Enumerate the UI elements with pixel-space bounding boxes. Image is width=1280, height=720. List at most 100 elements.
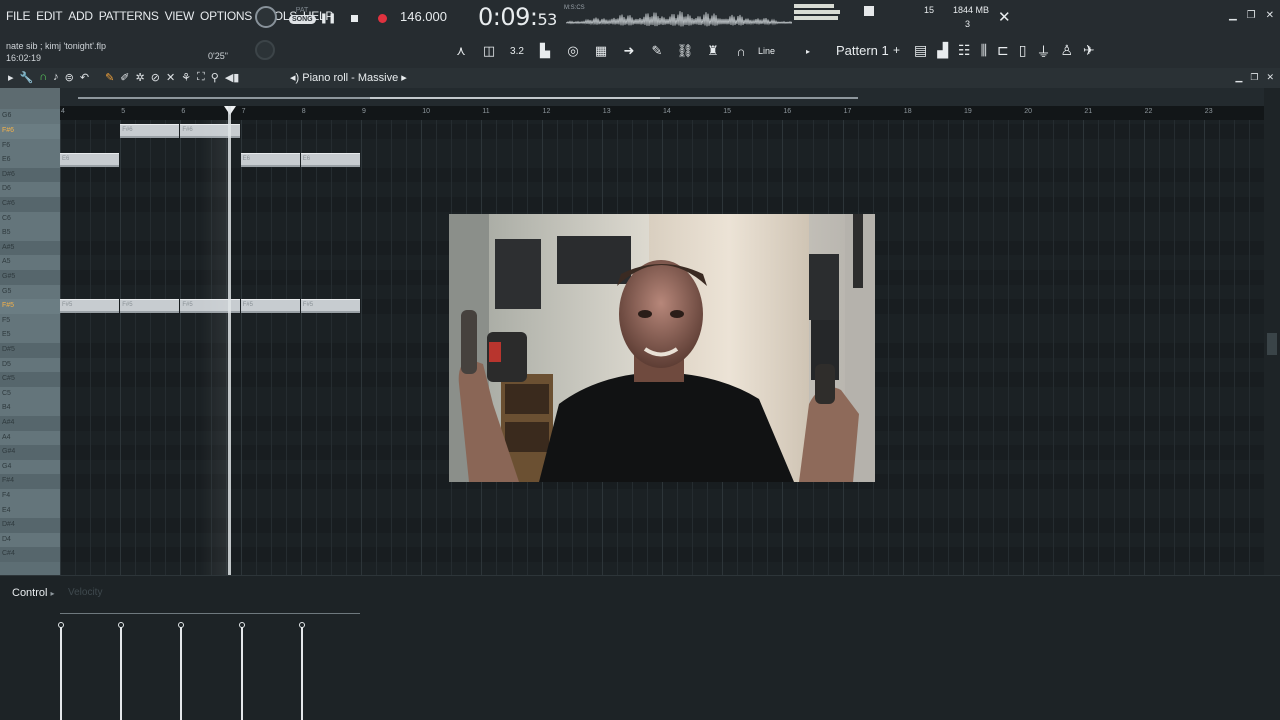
note-fsharp6[interactable]: F#6 — [120, 124, 180, 138]
vertical-scroll-thumb[interactable] — [1267, 333, 1277, 355]
piano-key-b4[interactable]: B4 — [0, 401, 60, 416]
piano-key-dsharp6[interactable]: D#6 — [0, 167, 60, 183]
piano-key-f5[interactable]: F5 — [0, 313, 60, 329]
delete-icon[interactable]: ⊘ — [151, 71, 160, 84]
tools-wrench-icon[interactable]: 🔧 — [20, 71, 34, 84]
note-fsharp5[interactable]: F#5 — [240, 299, 300, 314]
close-icon[interactable]: ✕ — [1266, 10, 1274, 21]
velocity-stem[interactable] — [180, 625, 183, 720]
menu-item-file[interactable]: FILE — [6, 9, 30, 23]
zoom-icon[interactable]: ⚲ — [211, 71, 219, 84]
master-volume-knob[interactable] — [255, 6, 277, 28]
velocity-stem[interactable] — [60, 625, 62, 720]
velocity-handle[interactable] — [58, 622, 64, 629]
mute-icon[interactable]: ✕ — [166, 71, 175, 84]
link-icon[interactable]: ⛓ — [676, 43, 694, 59]
channel-rack-icon[interactable]: ☷ — [958, 42, 971, 62]
note-icon[interactable]: ♪ — [53, 71, 59, 84]
overview-viewport[interactable] — [370, 97, 660, 99]
pat-song-toggle[interactable]: PAT SONG — [289, 6, 316, 30]
arrow-right-icon[interactable]: ➜ — [620, 43, 638, 59]
piano-key-d4[interactable]: D4 — [0, 532, 60, 548]
pr-maximize-icon[interactable]: ❐ — [1250, 72, 1258, 83]
piano-key-d6[interactable]: D6 — [0, 182, 60, 197]
piano-key-a5[interactable]: A5 — [0, 255, 60, 270]
typing-keyboard-icon[interactable]: ▦ — [592, 43, 610, 59]
minimize-icon[interactable]: ▁ — [1229, 10, 1237, 21]
snap-mode-label[interactable]: Line — [758, 46, 775, 56]
paint-brush-icon[interactable]: ✐ — [120, 71, 129, 84]
piano-key-csharp4[interactable]: C#4 — [0, 547, 60, 562]
help-person-icon[interactable]: ♙ — [1060, 42, 1073, 62]
piano-roll-title[interactable]: ◂) Piano roll - Massive ▸ — [290, 71, 407, 84]
note-fsharp5[interactable]: F#5 — [60, 299, 120, 314]
velocity-handle[interactable] — [298, 622, 305, 629]
piano-key-g6[interactable]: G6 — [0, 109, 60, 124]
piano-key-asharp4[interactable]: A#4 — [0, 416, 60, 431]
menu-item-add[interactable]: ADD — [68, 9, 93, 23]
piano-key-b5[interactable]: B5 — [0, 226, 60, 241]
piano-key-asharp5[interactable]: A#5 — [0, 240, 60, 256]
slice-icon[interactable]: ⚘ — [181, 71, 191, 84]
maximize-icon[interactable]: ❐ — [1247, 10, 1256, 21]
stamp-icon[interactable]: ♜ — [704, 43, 722, 59]
mixer-link-icon[interactable]: ✕ — [998, 8, 1011, 26]
record-button[interactable] — [374, 10, 390, 26]
wait-record-icon[interactable]: ◫ — [480, 43, 498, 59]
piano-key-g5[interactable]: G5 — [0, 284, 60, 300]
tempo-display[interactable]: 146.000 — [400, 9, 447, 24]
magnet-icon[interactable]: ∩ — [732, 44, 750, 59]
pr-close-icon[interactable]: ✕ — [1266, 72, 1274, 83]
piano-key-csharp5[interactable]: C#5 — [0, 372, 60, 387]
piano-key-d5[interactable]: D5 — [0, 357, 60, 373]
song-time-display[interactable]: 0:09:53 — [478, 3, 557, 31]
tools-icon[interactable]: ✈ — [1083, 42, 1095, 62]
piano-key-c6[interactable]: C6 — [0, 211, 60, 227]
menu-item-view[interactable]: VIEW — [165, 9, 195, 23]
menu-item-patterns[interactable]: PATTERNS — [99, 9, 159, 23]
note-e6[interactable]: E6 — [60, 153, 120, 168]
pause-button[interactable]: ❚❚ — [320, 10, 337, 26]
note-fsharp5[interactable]: F#5 — [120, 299, 180, 314]
piano-key-g4[interactable]: G4 — [0, 459, 60, 475]
spray-icon[interactable]: ✲ — [136, 71, 145, 84]
stamp-icon[interactable]: ⊜ — [65, 71, 74, 84]
velocity-stem[interactable] — [300, 625, 303, 720]
piano-roll-icon[interactable]: ▟ — [937, 42, 948, 62]
options-arrow-icon[interactable]: ▸ — [8, 71, 14, 84]
snap-pen-icon[interactable]: ✎ — [648, 43, 666, 59]
velocity-lane[interactable] — [58, 608, 1264, 720]
piano-key-dsharp5[interactable]: D#5 — [0, 343, 60, 358]
time-ruler[interactable]: 4 5 6 7 8 9 10 11 12 13 14 15 16 17 18 19 20 21 22 23 — [60, 106, 1264, 120]
master-pitch-knob[interactable] — [255, 40, 275, 60]
piano-key-dsharp4[interactable]: D#4 — [0, 518, 60, 533]
undo-icon[interactable]: ↶ — [80, 71, 89, 84]
velocity-stem[interactable] — [120, 625, 123, 720]
countdown-icon[interactable]: 3.2 — [508, 46, 526, 57]
piano-key-f4[interactable]: F4 — [0, 489, 60, 504]
control-selector[interactable]: Control ▸ — [12, 587, 55, 599]
piano-key-fsharp6[interactable]: F#6 — [0, 124, 60, 139]
velocity-handle[interactable] — [118, 622, 125, 629]
playlist-icon[interactable]: ▤ — [914, 42, 927, 62]
loop-record-icon[interactable]: ◎ — [564, 43, 582, 59]
note-e6[interactable]: E6 — [300, 153, 360, 168]
piano-key-fsharp5[interactable]: F#5 — [0, 299, 60, 314]
vertical-scrollbar[interactable] — [1264, 88, 1280, 575]
piano-key-gsharp5[interactable]: G#5 — [0, 270, 60, 285]
note-e6[interactable]: E6 — [240, 153, 300, 168]
menu-item-edit[interactable]: EDIT — [36, 9, 62, 23]
snap-dropdown-icon[interactable]: ▸ — [799, 47, 817, 56]
piano-key-c5[interactable]: C5 — [0, 386, 60, 402]
select-icon[interactable]: ⛶ — [197, 71, 205, 84]
menu-item-options[interactable]: OPTIONS — [200, 9, 252, 23]
piano-key-e6[interactable]: E6 — [0, 153, 60, 168]
snap-magnet-icon[interactable]: ∩ — [39, 71, 47, 84]
plug-icon[interactable]: ⏚ — [1036, 42, 1050, 62]
step-edit-icon[interactable]: ▙ — [536, 43, 554, 59]
piano-key-a4[interactable]: A4 — [0, 430, 60, 446]
pattern-selector[interactable]: Pattern 1 — [836, 43, 889, 58]
piano-key-gsharp4[interactable]: G#4 — [0, 445, 60, 460]
velocity-handle[interactable] — [238, 622, 245, 629]
velocity-handle[interactable] — [178, 622, 185, 629]
